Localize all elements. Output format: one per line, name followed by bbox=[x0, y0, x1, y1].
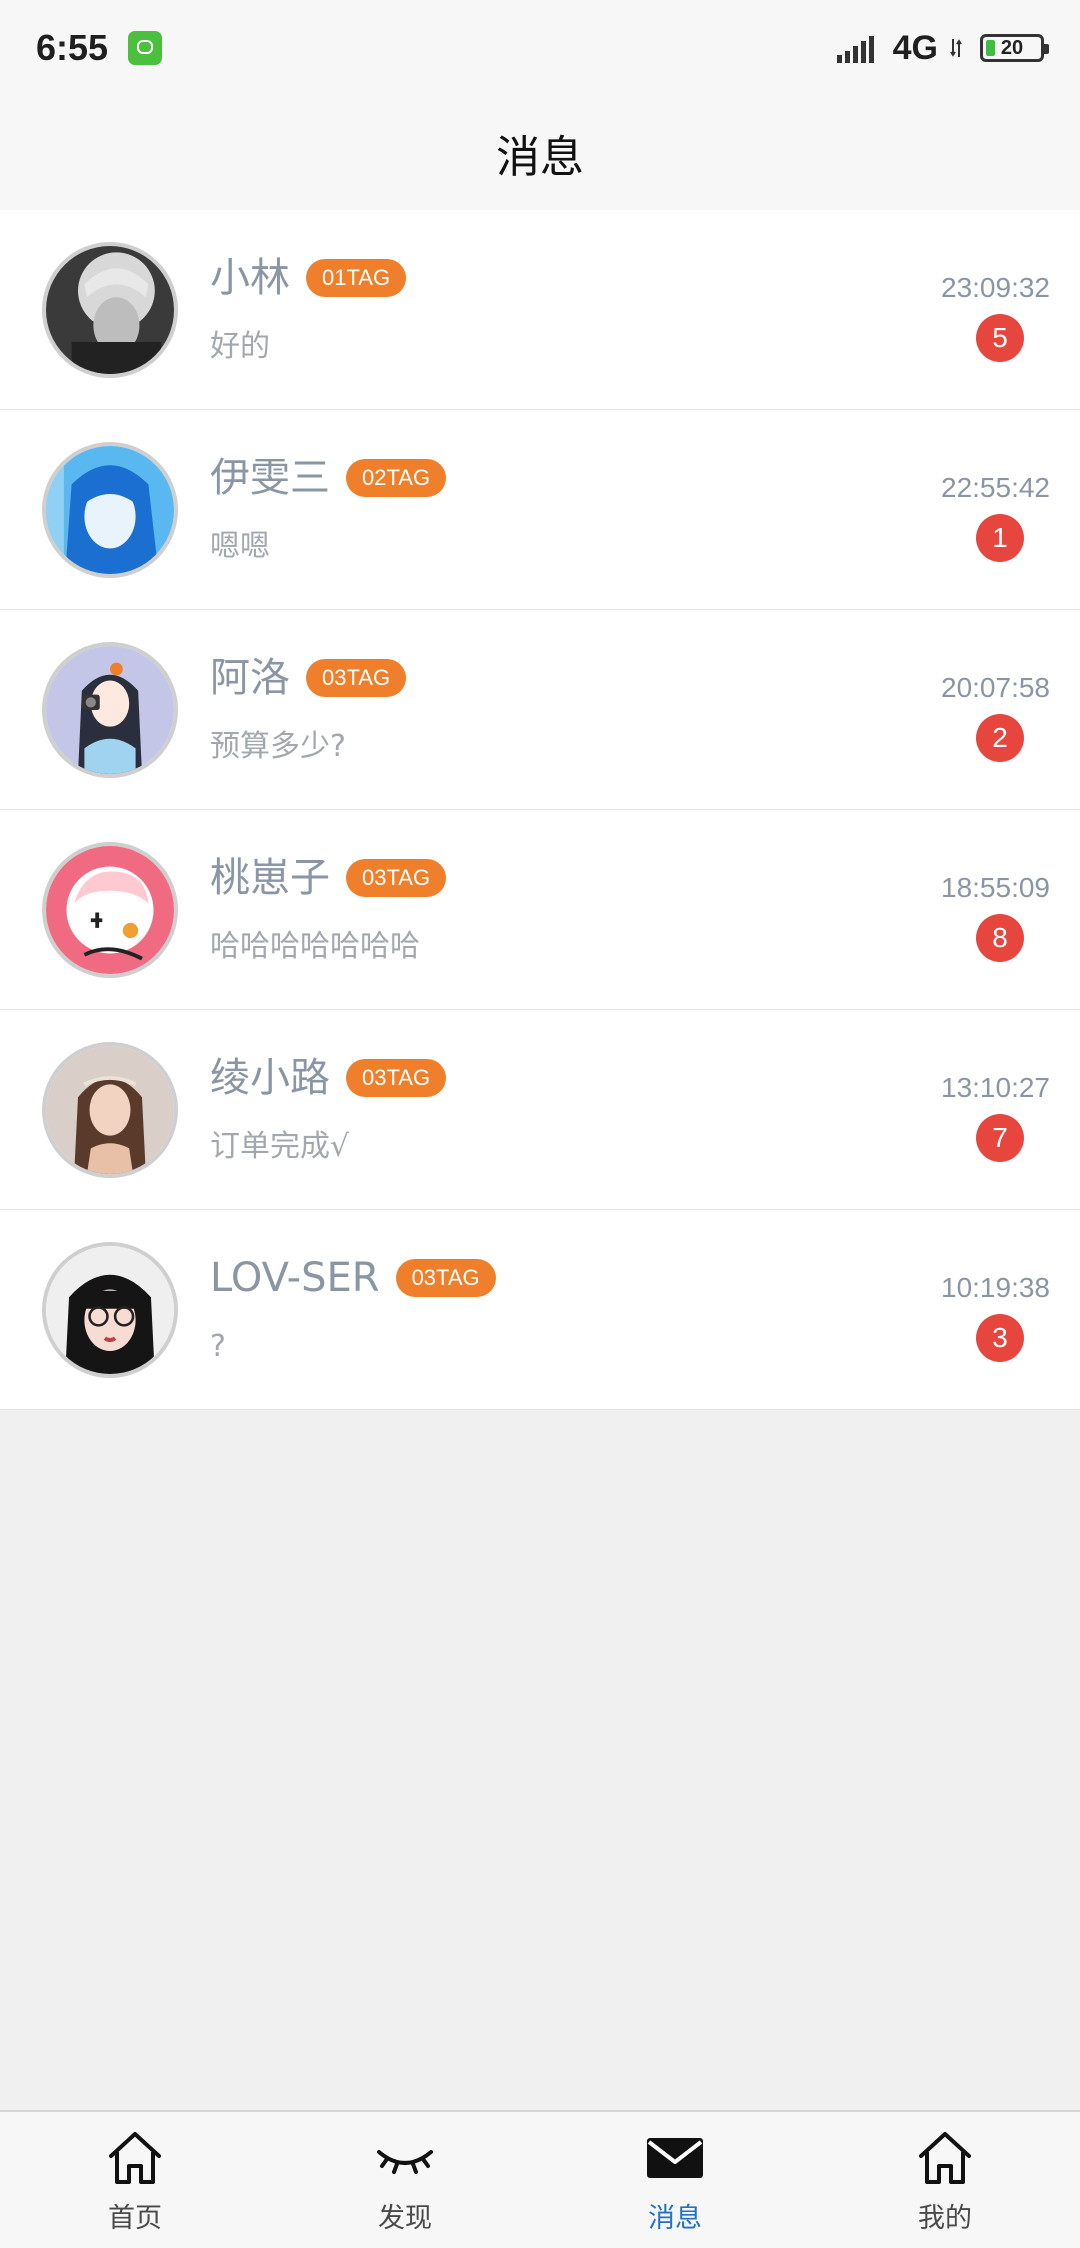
nav-messages[interactable]: 消息 bbox=[540, 2112, 810, 2248]
avatar[interactable] bbox=[42, 442, 178, 578]
message-row[interactable]: LOV-SER 03TAG ? 10:19:38 3 bbox=[0, 1210, 1080, 1410]
status-left: 6:55 bbox=[36, 27, 163, 69]
message-preview: 哈哈哈哈哈哈哈 bbox=[210, 929, 420, 964]
unread-badge: 8 bbox=[976, 914, 1024, 962]
message-preview: 好的 bbox=[210, 329, 270, 364]
contact-tag: 03TAG bbox=[306, 659, 407, 697]
message-time: 13:10:27 bbox=[941, 1072, 1050, 1103]
nav-discover-label: 发现 bbox=[378, 2202, 432, 2234]
unread-badge: 2 bbox=[976, 714, 1024, 762]
message-row[interactable]: 小林 01TAG 好的 23:09:32 5 bbox=[0, 210, 1080, 410]
home-icon bbox=[109, 2131, 161, 2184]
message-time: 10:19:38 bbox=[941, 1272, 1050, 1303]
contact-tag: 02TAG bbox=[346, 459, 447, 497]
messages-screen: 6:55 4G 20 消息 小林 01TAG 好的 23:09:32 5 伊雯三… bbox=[0, 0, 1080, 2248]
battery-icon: 20 bbox=[980, 34, 1049, 62]
network-type: 4G bbox=[892, 28, 938, 67]
contact-tag: 01TAG bbox=[306, 259, 407, 297]
contact-name: LOV-SER bbox=[210, 1255, 380, 1301]
avatar-image bbox=[46, 1046, 174, 1174]
home-icon bbox=[919, 2131, 971, 2184]
contact-tag: 03TAG bbox=[346, 1059, 447, 1097]
avatar[interactable] bbox=[42, 842, 178, 978]
eye-closed-icon bbox=[377, 2149, 433, 2174]
signal-icon bbox=[836, 36, 874, 63]
message-preview: 预算多少? bbox=[210, 729, 346, 764]
battery-fill bbox=[986, 40, 995, 56]
name-line: 阿洛 03TAG bbox=[210, 655, 407, 701]
contact-name: 小林 bbox=[210, 255, 290, 301]
avatar-image bbox=[46, 1246, 174, 1374]
avatar[interactable] bbox=[42, 242, 178, 378]
contact-name: 桃崽子 bbox=[210, 855, 330, 901]
nav-home[interactable]: 首页 bbox=[0, 2112, 270, 2248]
contact-name: 阿洛 bbox=[210, 655, 290, 701]
bottom-nav: 首页 发现 消息 我的 bbox=[0, 2110, 1080, 2248]
message-row[interactable]: 阿洛 03TAG 预算多少? 20:07:58 2 bbox=[0, 610, 1080, 810]
contact-name: 绫小路 bbox=[210, 1055, 330, 1101]
battery-level: 20 bbox=[1000, 37, 1024, 59]
contact-tag: 03TAG bbox=[395, 1259, 496, 1297]
page-title: 消息 bbox=[496, 132, 584, 183]
message-time: 22:55:42 bbox=[941, 472, 1050, 503]
status-right: 4G 20 bbox=[836, 28, 1049, 68]
nav-discover[interactable]: 发现 bbox=[270, 2112, 540, 2248]
status-time: 6:55 bbox=[36, 27, 109, 68]
unread-badge: 3 bbox=[976, 1314, 1024, 1362]
message-list: 小林 01TAG 好的 23:09:32 5 伊雯三 02TAG 嗯嗯 22:5… bbox=[0, 210, 1080, 1410]
message-time: 23:09:32 bbox=[941, 272, 1050, 303]
contact-tag: 03TAG bbox=[346, 859, 447, 897]
app-notification-icon bbox=[128, 31, 163, 65]
message-time: 20:07:58 bbox=[941, 672, 1050, 703]
name-line: 桃崽子 03TAG bbox=[210, 855, 447, 901]
avatar-image bbox=[46, 246, 174, 374]
message-time: 18:55:09 bbox=[941, 872, 1050, 903]
message-row[interactable]: 绫小路 03TAG 订单完成√ 13:10:27 7 bbox=[0, 1010, 1080, 1210]
app-header: 消息 bbox=[0, 96, 1080, 210]
avatar[interactable] bbox=[42, 1042, 178, 1178]
nav-messages-label: 消息 bbox=[648, 2202, 702, 2234]
name-line: LOV-SER 03TAG bbox=[210, 1258, 496, 1298]
name-line: 绫小路 03TAG bbox=[210, 1055, 447, 1101]
avatar-image bbox=[46, 446, 174, 574]
message-row[interactable]: 桃崽子 03TAG 哈哈哈哈哈哈哈 18:55:09 8 bbox=[0, 810, 1080, 1010]
avatar[interactable] bbox=[42, 1242, 178, 1378]
unread-badge: 5 bbox=[976, 314, 1024, 362]
status-bar: 6:55 4G 20 bbox=[0, 0, 1080, 96]
message-preview: 订单完成√ bbox=[210, 1129, 350, 1164]
unread-badge: 1 bbox=[976, 514, 1024, 562]
message-row[interactable]: 伊雯三 02TAG 嗯嗯 22:55:42 1 bbox=[0, 410, 1080, 610]
mail-icon bbox=[647, 2137, 703, 2178]
message-preview: ? bbox=[210, 1329, 226, 1364]
contact-name: 伊雯三 bbox=[210, 455, 330, 501]
data-arrows-icon bbox=[950, 39, 962, 57]
avatar-image bbox=[46, 646, 174, 774]
nav-mine[interactable]: 我的 bbox=[810, 2112, 1080, 2248]
avatar[interactable] bbox=[42, 642, 178, 778]
avatar-image bbox=[46, 846, 174, 974]
unread-badge: 7 bbox=[976, 1114, 1024, 1162]
name-line: 小林 01TAG bbox=[210, 255, 407, 301]
nav-mine-label: 我的 bbox=[918, 2202, 972, 2234]
nav-home-label: 首页 bbox=[108, 2202, 162, 2234]
message-preview: 嗯嗯 bbox=[210, 529, 270, 564]
name-line: 伊雯三 02TAG bbox=[210, 455, 447, 501]
